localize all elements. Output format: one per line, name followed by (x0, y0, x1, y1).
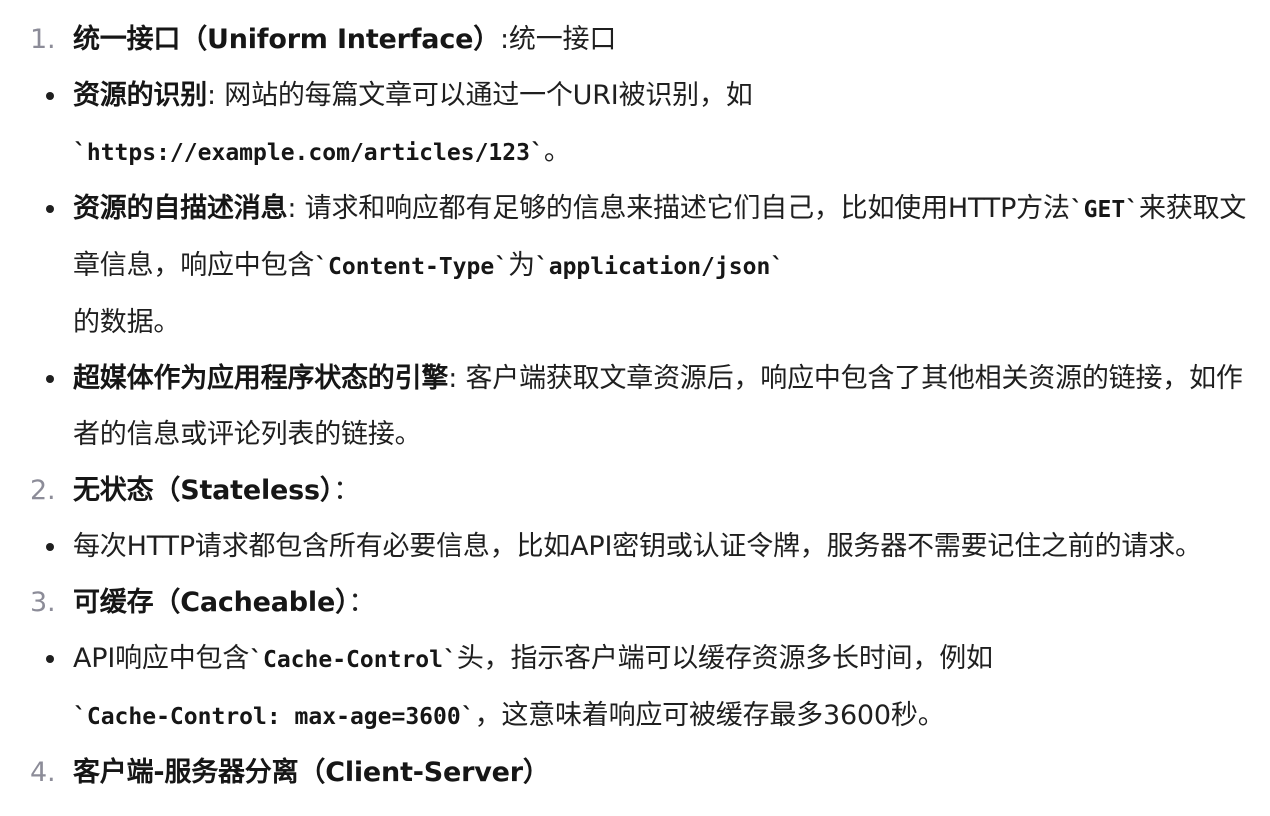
item-number: 4. (30, 757, 56, 788)
item-title: 可缓存（Cacheable） (73, 587, 349, 618)
bullet-dot-icon (46, 655, 54, 663)
bullet-label: 资源的识别 (73, 80, 207, 111)
bullet-dot-icon (46, 375, 54, 383)
inline-code-get: `GET` (1069, 197, 1140, 223)
bullet-text: : 请求和响应都有足够的信息来描述它们自己，比如使用HTTP方法 (287, 193, 1070, 224)
inline-code-cache-control: `Cache-Control` (249, 647, 457, 673)
bullet-text: 每次HTTP请求都包含所有必要信息，比如API密钥或认证令牌，服务器不需要记住之… (73, 531, 1202, 562)
bullet-cacheable-detail: API响应中包含`Cache-Control`头，指示客户端可以缓存资源多长时间… (30, 631, 1260, 745)
list-item-client-server: 4. 客户端-服务器分离（Client-Server） (30, 745, 1260, 801)
document-page: 1. 统一接口（Uniform Interface）:统一接口 资源的识别: 网… (0, 0, 1270, 816)
item-number: 3. (30, 587, 56, 618)
bullet-resource-identification: 资源的识别: 网站的每篇文章可以通过一个URI被识别，如 `https://exa… (30, 68, 1260, 181)
bullet-self-descriptive-messages: 资源的自描述消息: 请求和响应都有足够的信息来描述它们自己，比如使用HTTP方法… (30, 181, 1260, 351)
bullet-dot-icon (46, 543, 54, 551)
bullet-text: 为 (508, 250, 535, 281)
bullet-label: 资源的自描述消息 (73, 193, 288, 224)
ordered-list: 1. 统一接口（Uniform Interface）:统一接口 资源的识别: 网… (30, 12, 1260, 801)
inline-code-max-age: `Cache-Control: max-age=3600` (73, 704, 475, 730)
bullet-hateoas: 超媒体作为应用程序状态的引擎: 客户端获取文章资源后，响应中包含了其他相关资源的… (30, 351, 1260, 463)
item-title: 客户端-服务器分离（Client-Server） (73, 757, 550, 788)
item-number: 2. (30, 475, 56, 506)
item-title-suffix: ： (348, 587, 376, 618)
item-title: 无状态（Stateless） (73, 475, 334, 506)
bullet-stateless-detail: 每次HTTP请求都包含所有必要信息，比如API密钥或认证令牌，服务器不需要记住之… (30, 519, 1260, 575)
bullet-text: API响应中包含 (73, 643, 250, 674)
bullet-text: 的数据。 (73, 307, 181, 338)
inline-code-url: `https://example.com/articles/123` (73, 140, 544, 166)
bullet-text: : 网站的每篇文章可以通过一个URI被识别，如 (207, 80, 753, 111)
bullet-text: 头，指示客户端可以缓存资源多长时间，例如 (456, 643, 993, 674)
item-title: 统一接口（Uniform Interface） (73, 24, 501, 55)
list-item-cacheable: 3. 可缓存（Cacheable）： (30, 575, 1260, 631)
bullet-dot-icon (46, 92, 54, 100)
list-item-uniform-interface: 1. 统一接口（Uniform Interface）:统一接口 (30, 12, 1260, 68)
item-number: 1. (30, 24, 56, 55)
bullet-dot-icon (46, 205, 54, 213)
list-item-stateless: 2. 无状态（Stateless）： (30, 463, 1260, 519)
item-title-suffix: :统一接口 (500, 24, 617, 55)
item-title-suffix: ： (333, 475, 361, 506)
inline-code-application-json: `application/json` (534, 254, 785, 280)
bullet-text: 。 (543, 136, 571, 167)
inline-code-content-type: `Content-Type` (314, 254, 509, 280)
bullet-text: ，这意味着响应可被缓存最多3600秒。 (474, 700, 945, 731)
bullet-label: 超媒体作为应用程序状态的引擎 (73, 363, 449, 394)
